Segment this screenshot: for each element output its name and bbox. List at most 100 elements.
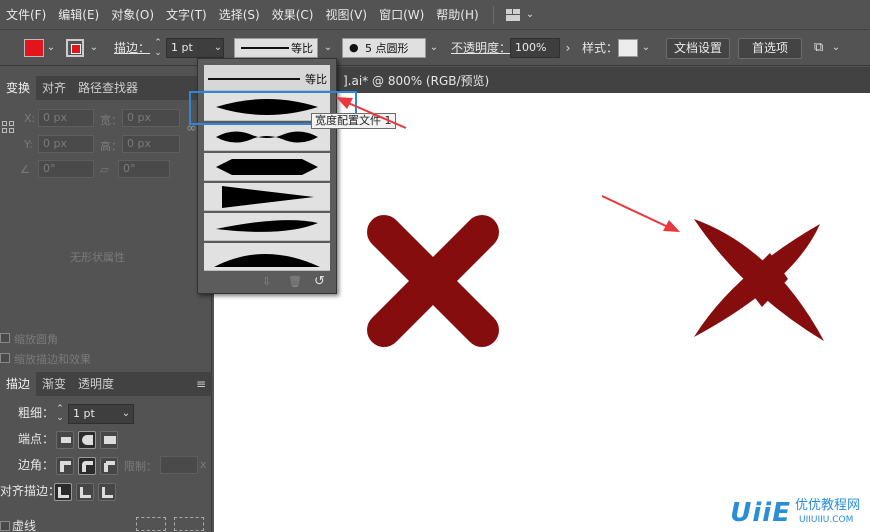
width-profile-5[interactable] — [204, 213, 330, 241]
round-join-button[interactable] — [78, 457, 96, 475]
tab-transform[interactable]: 变换 — [0, 76, 37, 100]
control-bar: ⌄ ⌄ 描边： ⌃ ⌄ 1 pt ⌄ 等比 ⌄ ● 5 点圆形 ⌄ 不透明度： 1… — [0, 30, 870, 66]
chevron-down-icon[interactable]: ⌄ — [88, 38, 100, 58]
style-swatch[interactable] — [618, 39, 638, 57]
arrange-documents-icon[interactable]: ⧉ — [814, 38, 823, 58]
save-profile-icon[interactable]: ⇩ — [262, 275, 271, 288]
profile-actions: ⇩ 🗑 ↺ — [198, 273, 338, 293]
scale-strokes-checkbox[interactable] — [0, 353, 10, 363]
watermark-cn: 优优教程网 — [794, 498, 860, 513]
align-inside-button[interactable] — [76, 483, 94, 501]
scale-strokes-label: 缩放描边和效果 — [14, 353, 91, 366]
menu-select[interactable]: 选择(S) — [213, 0, 266, 30]
chevron-down-icon[interactable]: ⌄ — [212, 38, 224, 58]
dot-icon: ● — [349, 41, 359, 54]
limit-field[interactable] — [160, 456, 198, 474]
rotate-field[interactable]: 0° — [38, 160, 94, 178]
limit-suffix: x — [200, 458, 207, 471]
chevron-down-icon[interactable]: ⌄ — [120, 404, 132, 424]
variable-width-profile-select[interactable]: 等比 — [234, 38, 318, 58]
opacity-label: 不透明度： — [451, 41, 512, 55]
stroke-swatch[interactable] — [66, 39, 84, 57]
projecting-cap-button[interactable] — [100, 431, 118, 449]
dash-preserve-button[interactable] — [136, 517, 166, 531]
align-center-button[interactable] — [54, 483, 72, 501]
fill-swatch[interactable] — [24, 39, 44, 57]
width-profile-3[interactable] — [204, 153, 330, 181]
align-stroke-label: 对齐描边： — [0, 484, 61, 498]
panel-menu-icon[interactable]: ≡ — [190, 372, 212, 396]
scale-corners-label: 缩放圆角 — [14, 333, 58, 346]
menu-edit[interactable]: 编辑(E) — [52, 0, 105, 30]
tapered-x-shape[interactable] — [694, 219, 824, 341]
chevron-down-icon[interactable]: ⌄ — [428, 38, 440, 58]
cap-label: 端点： — [18, 432, 55, 446]
watermark-text: 优优教程网 UIIUIIU.COM — [795, 499, 860, 527]
no-shape-properties: 无形状属性 — [70, 251, 125, 264]
chevron-down-icon[interactable]: ⌄ — [640, 38, 652, 58]
width-label: 宽： — [100, 114, 122, 127]
transform-tabs: 变换 对齐 路径查找器 — [0, 76, 212, 100]
y-field[interactable]: 0 px — [38, 135, 94, 153]
profile-uniform[interactable]: 等比 — [204, 65, 330, 91]
x-field[interactable]: 0 px — [38, 109, 94, 127]
round-cap-button[interactable] — [78, 431, 96, 449]
butt-cap-button[interactable] — [56, 431, 74, 449]
chevron-right-icon[interactable]: › — [562, 38, 574, 58]
width-field[interactable]: 0 px — [122, 109, 180, 127]
menu-help[interactable]: 帮助(H) — [430, 0, 484, 30]
menu-view[interactable]: 视图(V) — [319, 0, 373, 30]
bevel-join-button[interactable] — [100, 457, 118, 475]
watermark: UiiE 优优教程网 UIIUIIU.COM — [730, 498, 860, 528]
height-label: 高： — [100, 140, 122, 153]
width-profile-4[interactable] — [204, 183, 330, 211]
trash-icon[interactable]: 🗑 — [288, 275, 302, 288]
tab-pathfinder[interactable]: 路径查找器 — [72, 76, 144, 100]
stepper-icon[interactable]: ⌃ ⌄ — [152, 38, 164, 58]
menu-file[interactable]: 文件(F) — [0, 0, 52, 30]
menu-type[interactable]: 文字(T) — [160, 0, 213, 30]
align-outside-button[interactable] — [98, 483, 116, 501]
limit-label: 限制： — [124, 460, 157, 473]
chevron-down-icon[interactable]: ⌄ — [830, 38, 842, 58]
width-profile-6[interactable] — [204, 243, 330, 271]
stepper-icon[interactable]: ⌃ ⌄ — [54, 405, 66, 425]
miter-join-button[interactable] — [56, 457, 74, 475]
dashed-checkbox[interactable] — [0, 521, 10, 531]
reset-profiles-icon[interactable]: ↺ — [314, 274, 325, 289]
dash-align-button[interactable] — [174, 517, 204, 531]
reference-point-icon[interactable] — [2, 121, 14, 133]
height-field[interactable]: 0 px — [122, 135, 180, 153]
stroke-label: 描边： — [114, 41, 151, 55]
scale-corners-checkbox[interactable] — [0, 333, 10, 343]
menu-window[interactable]: 窗口(W) — [373, 0, 430, 30]
x-label: X: — [24, 112, 36, 125]
tab-gradient[interactable]: 渐变 — [36, 372, 72, 396]
brush-definition-select[interactable]: ● 5 点圆形 — [342, 38, 426, 58]
profile-line — [241, 47, 289, 49]
round-x-shape[interactable] — [367, 215, 499, 347]
menu-object[interactable]: 对象(O) — [105, 0, 160, 30]
tab-align[interactable]: 对齐 — [36, 76, 72, 100]
tab-stroke[interactable]: 描边 — [0, 372, 37, 396]
weight-label: 粗细： — [18, 406, 55, 420]
rotate-icon: ∠ — [20, 163, 30, 176]
profile-uniform-label: 等比 — [305, 73, 327, 86]
document-settings-button[interactable]: 文档设置 — [666, 38, 730, 59]
opacity-field[interactable]: 100% — [510, 38, 560, 58]
tab-transparency[interactable]: 透明度 — [72, 372, 120, 396]
chevron-down-icon[interactable]: ⌄ — [45, 38, 57, 58]
menu-effect[interactable]: 效果(C) — [266, 0, 320, 30]
layout-grid-icon[interactable] — [505, 8, 520, 21]
profile-line — [208, 78, 300, 80]
menu-bar: 文件(F) 编辑(E) 对象(O) 文字(T) 选择(S) 效果(C) 视图(V… — [0, 0, 870, 30]
watermark-logo: UiiE — [730, 498, 791, 528]
watermark-url: UIIUIIU.COM — [798, 515, 854, 525]
chevron-down-icon[interactable]: ⌄ — [526, 9, 534, 20]
arrow-icon — [601, 195, 680, 232]
shear-field[interactable]: 0° — [118, 160, 170, 178]
chevron-down-icon[interactable]: ⌄ — [322, 38, 334, 58]
y-label: Y: — [24, 138, 33, 151]
document-tab[interactable]: ].ai* @ 800% (RGB/预览) — [335, 67, 870, 93]
preferences-button[interactable]: 首选项 — [738, 38, 802, 59]
